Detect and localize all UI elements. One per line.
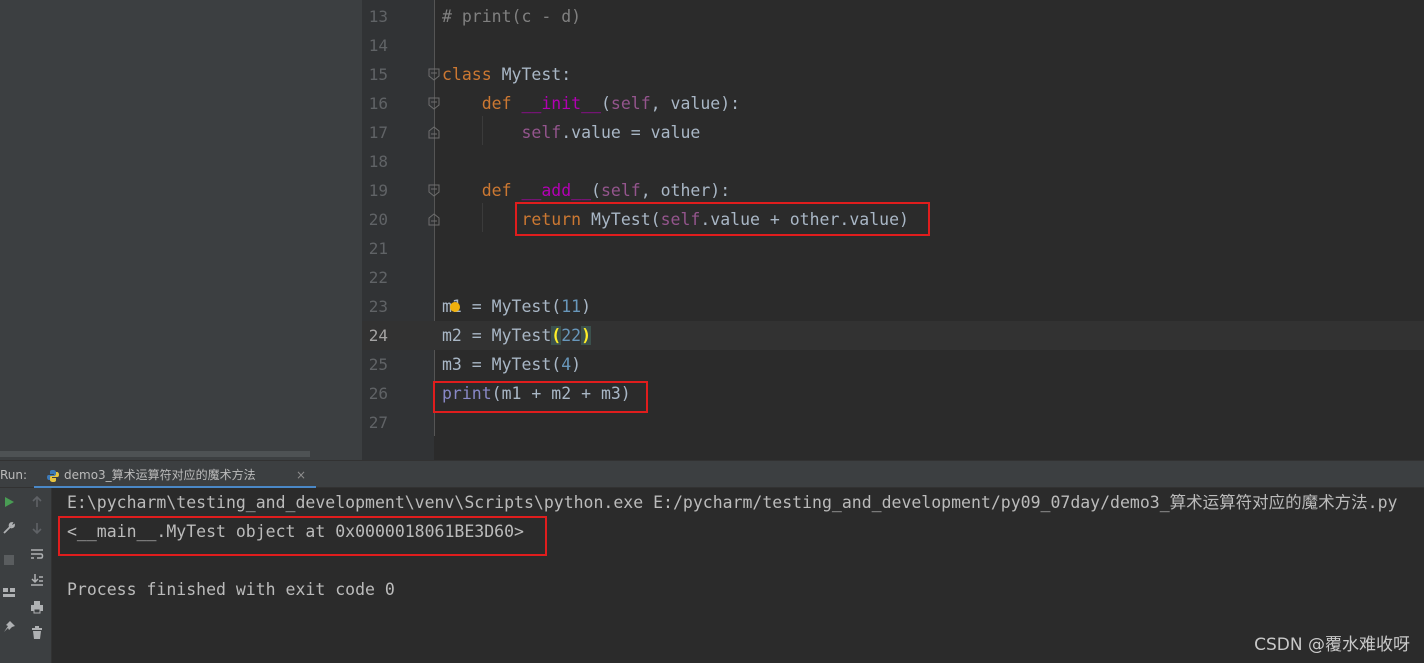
code-token: , value): [650,94,741,113]
code-token: __add__ [521,181,592,200]
code-token: 4 [561,355,572,374]
line-number: 16 [368,94,388,113]
watermark: CSDN @覆水难收呀 [1254,635,1410,655]
line-number: 17 [368,123,388,142]
code-line[interactable]: 13 # print(c - d) [362,2,1424,31]
code-token: __init__ [521,94,601,113]
line-number: 13 [368,7,388,26]
code-text: self.value = value [442,118,700,147]
code-token: ( [591,181,601,200]
highlight-box-print-statement [433,381,648,413]
code-token: ( [600,94,611,113]
code-token: self [610,94,651,113]
close-icon[interactable]: × [296,461,306,489]
fold-marker-icon[interactable] [428,213,440,226]
code-token: m3 = MyTest( [442,355,562,374]
run-label: Run: [0,468,28,482]
code-token: 22 [561,326,582,345]
line-number: 27 [368,413,388,432]
code-token: self [521,123,562,142]
indent-guide [482,116,483,145]
fold-marker-icon[interactable] [428,68,440,81]
code-token: 11 [561,297,582,316]
code-text: m3 = MyTest(4) [442,350,581,379]
scroll-down-icon[interactable] [28,519,46,537]
line-number: 24 [362,321,388,350]
console-exit-line: Process finished with exit code 0 [67,580,395,599]
code-token: , other): [640,181,731,200]
project-panel [0,0,362,460]
line-number: 23 [368,297,388,316]
code-token: self [600,181,641,200]
fold-marker-icon[interactable] [428,184,440,197]
code-line[interactable]: 17 self.value = value [362,118,1424,147]
code-text: m1 = MyTest(11) [442,292,591,321]
code-text: def __add__(self, other): [442,176,730,205]
code-text: def __init__(self, value): [442,89,740,118]
code-token: MyTest: [501,65,572,84]
console-command-line: E:\pycharm\testing_and_development\venv\… [67,493,1398,512]
line-number: 15 [368,65,388,84]
indent-guide [482,203,483,232]
code-text: # print(c - d) [442,2,581,31]
line-number: 21 [368,239,388,258]
code-token: class [442,65,502,84]
code-line[interactable]: 19 def __add__(self, other): [362,176,1424,205]
code-line[interactable]: 23 m1 = MyTest(11) [362,292,1424,321]
run-configuration-tab[interactable]: demo3_算术运算符对应的魔术方法 × [34,461,316,489]
code-line[interactable]: 22 [362,263,1424,292]
code-line[interactable]: 14 [362,31,1424,60]
line-number: 19 [368,181,388,200]
line-number: 18 [368,152,388,171]
code-token: ( [551,326,562,345]
code-line[interactable]: 15 class MyTest: [362,60,1424,89]
scroll-to-end-icon[interactable] [28,571,46,589]
intention-bulb-icon[interactable] [450,302,460,312]
code-token: ) [581,326,592,345]
stop-icon[interactable] [0,551,18,569]
highlight-box-console-output [58,516,547,556]
line-number: 14 [368,36,388,55]
code-line[interactable]: 21 [362,234,1424,263]
soft-wrap-icon[interactable] [28,545,46,563]
code-token: def [481,94,522,113]
settings-wrench-icon[interactable] [0,519,18,537]
rerun-icon[interactable] [0,493,18,511]
fold-marker-icon[interactable] [428,126,440,139]
print-icon[interactable] [28,598,46,616]
pin-icon[interactable] [0,618,18,636]
fold-marker-icon[interactable] [428,97,440,110]
code-line[interactable]: 18 [362,147,1424,176]
code-token: # print(c - d) [442,7,582,26]
line-number: 25 [368,355,388,374]
code-token: ) [581,297,592,316]
run-tool-window-header: Run: demo3_算术运算符对应的魔术方法 × [0,460,1424,489]
code-token: m2 = MyTest [442,326,552,345]
scroll-up-icon[interactable] [28,493,46,511]
project-panel-horizontal-scrollbar[interactable] [0,451,310,457]
line-number: 20 [368,210,388,229]
run-tab-label: demo3_算术运算符对应的魔术方法 [64,468,256,482]
run-console[interactable]: E:\pycharm\testing_and_development\venv\… [52,488,1424,663]
code-text: m2 = MyTest(22) [442,321,592,350]
code-line[interactable]: 16 def __init__(self, value): [362,89,1424,118]
python-file-icon [46,468,60,482]
code-token: .value = value [561,123,701,142]
code-token: ) [571,355,582,374]
code-token: def [481,181,522,200]
code-line[interactable]: 25 m3 = MyTest(4) [362,350,1424,379]
highlight-box-return-statement [515,202,930,236]
line-number: 26 [368,384,388,403]
layout-icon[interactable] [0,583,18,601]
code-text: class MyTest: [442,60,571,89]
code-editor[interactable]: 13 # print(c - d) 14 15 class MyTest: 16 def … [362,0,1424,460]
line-number: 22 [368,268,388,287]
trash-icon[interactable] [28,624,46,642]
code-line[interactable]: 24 m2 = MyTest(22) [362,321,1424,350]
run-toolbar [0,488,52,663]
